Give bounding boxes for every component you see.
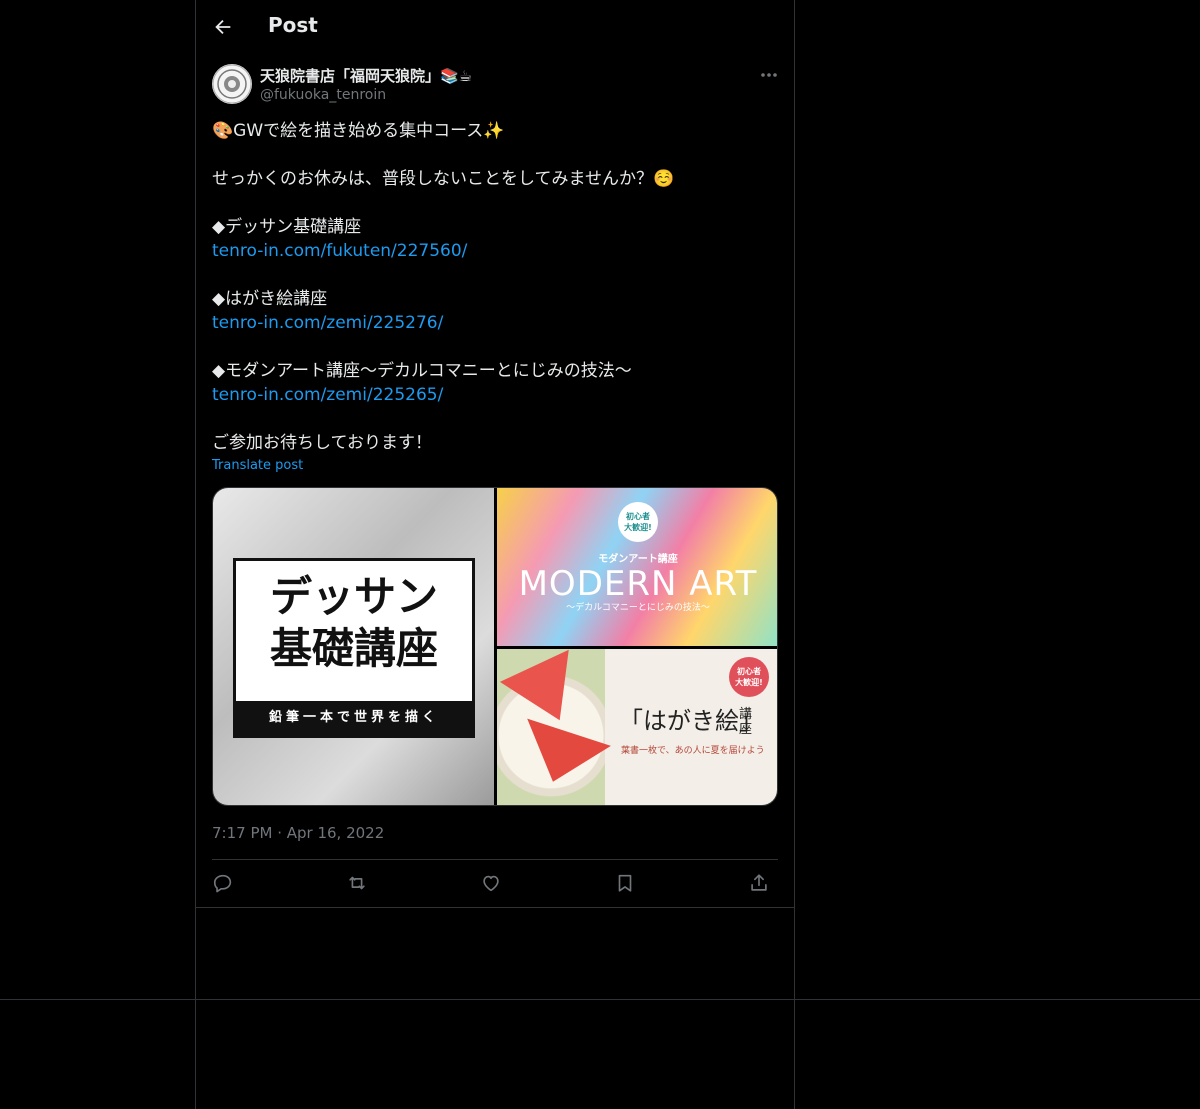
watermelon-slice — [511, 718, 611, 796]
post-link[interactable]: tenro-in.com/zemi/225265/ — [212, 383, 778, 407]
modern-label: モダンアート講座 — [598, 554, 678, 565]
post-line: せっかくのお休みは、普段しないことをしてみませんか？☺️ — [212, 169, 675, 189]
reply-icon[interactable] — [212, 872, 234, 894]
media-image-hagaki[interactable]: 初心者 大歓迎! 「はがき絵」 講座 葉書一枚で、あの人に夏を届けよう — [497, 649, 777, 805]
modern-subtitle: 〜デカルコマニーとにじみの技法〜 — [566, 603, 710, 613]
sketch-title-card: デッサン 基礎講座 鉛筆一本で世界を描く — [233, 558, 475, 738]
author-handle[interactable]: @fukuoka_tenroin — [260, 87, 386, 103]
beginner-badge: 初心者 大歓迎! — [729, 657, 769, 697]
page-title: Post — [268, 13, 318, 37]
modern-title: MODERN ART — [518, 564, 758, 604]
post-line: ◆はがき絵講座 — [212, 289, 328, 309]
media-image-sketch[interactable]: デッサン 基礎講座 鉛筆一本で世界を描く — [213, 488, 494, 805]
post-line: ◆デッサン基礎講座 — [212, 217, 362, 237]
avatar[interactable] — [212, 64, 252, 104]
translate-post-link[interactable]: Translate post — [212, 458, 303, 473]
post-link[interactable]: tenro-in.com/zemi/225276/ — [212, 311, 778, 335]
like-icon[interactable] — [480, 872, 502, 894]
repost-icon[interactable] — [346, 872, 368, 894]
sketch-title: デッサン 基礎講座 — [236, 571, 472, 675]
post-link[interactable]: tenro-in.com/fukuten/227560/ — [212, 239, 778, 263]
media-grid: デッサン 基礎講座 鉛筆一本で世界を描く 初心者 大歓迎! モダンアート講座 M… — [212, 487, 778, 806]
sketch-title-line: デッサン — [269, 572, 438, 621]
sketch-title-line: 基礎講座 — [269, 624, 438, 673]
media-image-modern-art[interactable]: 初心者 大歓迎! モダンアート講座 MODERN ART 〜デカルコマニーとにじ… — [497, 488, 777, 646]
post-line — [212, 263, 778, 287]
divider — [196, 907, 794, 908]
share-icon[interactable] — [748, 872, 770, 894]
author-name[interactable]: 天狼院書店「福岡天狼院」📚☕ — [260, 65, 472, 86]
hagaki-side-label: 講座 — [739, 707, 753, 737]
page-header: Post — [196, 0, 794, 53]
more-icon[interactable] — [758, 66, 780, 84]
action-bar — [212, 872, 778, 896]
post-line: ご参加お待ちしております！ — [212, 433, 432, 453]
post-line: 🎨GWで絵を描き始める集中コース✨ — [212, 121, 505, 141]
main-column: Post 天狼院書店「福岡天狼院」📚☕ @fukuoka_tenroin 🎨GW… — [195, 0, 795, 1109]
bookmark-icon[interactable] — [614, 872, 636, 894]
divider — [212, 859, 778, 860]
post-line: ◆モダンアート講座〜デカルコマニーとにじみの技法〜 — [212, 361, 632, 381]
post-timestamp[interactable]: 7:17 PM · Apr 16, 2022 — [212, 824, 384, 842]
watermelon-illustration — [497, 649, 611, 805]
post-line — [212, 191, 778, 215]
divider — [0, 999, 1200, 1000]
post-line — [212, 407, 778, 431]
post-line — [212, 143, 778, 167]
beginner-badge: 初心者 大歓迎! — [618, 502, 658, 542]
post-line — [212, 335, 778, 359]
back-arrow-icon[interactable] — [212, 16, 234, 38]
sketch-subtitle: 鉛筆一本で世界を描く — [236, 701, 472, 735]
post-body: 🎨GWで絵を描き始める集中コース✨ せっかくのお休みは、普段しないことをしてみま… — [212, 119, 778, 455]
hagaki-subtitle: 葉書一枚で、あの人に夏を届けよう — [621, 746, 765, 756]
watermelon-slice — [499, 649, 595, 737]
